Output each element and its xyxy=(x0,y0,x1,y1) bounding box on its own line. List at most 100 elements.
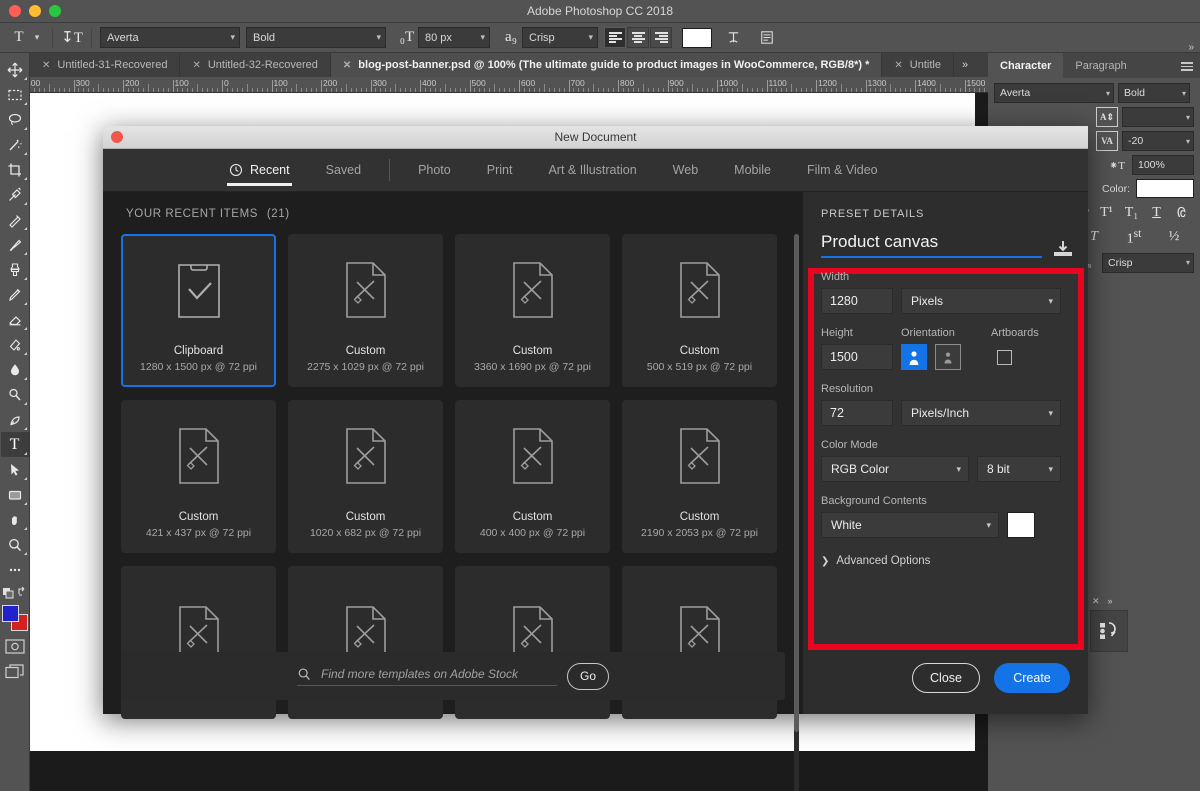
lasso-tool-icon[interactable] xyxy=(1,107,29,132)
tab-mobile[interactable]: Mobile xyxy=(716,149,789,192)
crop-tool-icon[interactable] xyxy=(1,157,29,182)
font-style-select[interactable]: Bold ▾ xyxy=(246,27,386,48)
eraser-tool-icon[interactable] xyxy=(1,307,29,332)
recent-item-card[interactable]: Custom 3360 x 1690 px @ 72 ppi xyxy=(455,234,610,387)
edit-toolbar-icon[interactable] xyxy=(1,557,29,582)
blur-tool-icon[interactable] xyxy=(1,357,29,382)
tab-print[interactable]: Print xyxy=(469,149,531,192)
anti-alias-select[interactable]: Crisp ▾ xyxy=(522,27,598,48)
foreground-color-swatch[interactable] xyxy=(1,605,19,622)
artboards-checkbox[interactable] xyxy=(997,349,1012,365)
move-tool-icon[interactable] xyxy=(1,57,29,82)
ot-ordinals-icon[interactable]: 1st xyxy=(1123,227,1145,248)
warp-text-icon[interactable] xyxy=(720,27,746,49)
color-swatches[interactable] xyxy=(1,604,29,634)
superscript-icon[interactable]: T¹ xyxy=(1096,205,1118,221)
document-tab-active[interactable]: ✕ blog-post-banner.psd @ 100% (The ultim… xyxy=(330,53,883,77)
expand-panel-icon[interactable]: » xyxy=(1108,596,1113,607)
recent-items-scrollbar[interactable] xyxy=(794,234,799,791)
magic-wand-tool-icon[interactable] xyxy=(1,132,29,157)
document-tabs-overflow-button[interactable]: » xyxy=(954,53,976,77)
default-colors-and-swap[interactable] xyxy=(1,582,29,602)
brush-tool-icon[interactable] xyxy=(1,232,29,257)
stock-search-field[interactable] xyxy=(297,667,557,686)
strikethrough-icon[interactable]: ᱭ xyxy=(1171,203,1193,222)
current-tool-button[interactable]: T ▾ xyxy=(8,27,44,49)
type-tool-icon[interactable]: T xyxy=(0,432,29,457)
tab-recent[interactable]: Recent xyxy=(211,149,308,192)
font-family-select[interactable]: Averta ▾ xyxy=(100,27,240,48)
ot-fractions-icon[interactable]: ½ xyxy=(1163,229,1185,245)
stock-go-button[interactable]: Go xyxy=(567,662,609,690)
panel-menu-icon[interactable] xyxy=(1181,60,1193,71)
tab-paragraph[interactable]: Paragraph xyxy=(1063,53,1138,78)
document-tab[interactable]: ✕ Untitled-32-Recovered xyxy=(180,53,331,77)
rectangle-tool-icon[interactable] xyxy=(1,482,29,507)
save-preset-icon[interactable] xyxy=(1052,238,1074,258)
close-icon[interactable]: ✕ xyxy=(192,60,200,71)
resolution-unit-select[interactable]: Pixels/Inch ▾ xyxy=(901,400,1061,426)
tab-photo[interactable]: Photo xyxy=(400,149,469,192)
text-orientation-button[interactable]: ↧T xyxy=(61,27,83,49)
tab-film-video[interactable]: Film & Video xyxy=(789,149,896,192)
orientation-portrait-icon[interactable] xyxy=(901,344,927,370)
gradient-tool-icon[interactable] xyxy=(1,332,29,357)
toggle-panels-icon[interactable] xyxy=(754,27,780,49)
advanced-options-toggle[interactable]: ❯ Advanced Options xyxy=(821,555,1070,567)
document-tab[interactable]: ✕ Untitle xyxy=(882,53,954,77)
document-tab[interactable]: ✕ Untitled-31-Recovered xyxy=(30,53,181,77)
recent-item-card[interactable]: Custom 421 x 437 px @ 72 ppi xyxy=(121,400,276,553)
dodge-tool-icon[interactable] xyxy=(1,382,29,407)
width-input[interactable] xyxy=(821,288,893,314)
recent-item-card[interactable]: Custom 2190 x 2053 px @ 72 ppi xyxy=(622,400,777,553)
horizontal-ruler[interactable]: 4003002001000100200300400500600700800900… xyxy=(30,77,988,93)
recent-item-card[interactable]: Clipboard 1280 x 1500 px @ 72 ppi xyxy=(121,234,276,387)
char-leading-select[interactable]: ▾ xyxy=(1122,107,1194,127)
recent-item-card[interactable]: Custom 1020 x 682 px @ 72 ppi xyxy=(288,400,443,553)
stock-search-input[interactable] xyxy=(321,667,551,681)
tab-character[interactable]: Character xyxy=(988,53,1064,78)
close-icon[interactable]: ✕ xyxy=(894,60,902,71)
screen-mode-icon[interactable] xyxy=(1,659,29,684)
align-center-button[interactable] xyxy=(627,27,649,48)
recent-item-card[interactable]: Custom 2275 x 1029 px @ 72 ppi xyxy=(288,234,443,387)
width-unit-select[interactable]: Pixels ▾ xyxy=(901,288,1061,314)
height-input[interactable] xyxy=(821,344,893,370)
pen-tool-icon[interactable] xyxy=(1,407,29,432)
resolution-input[interactable] xyxy=(821,400,893,426)
clone-stamp-tool-icon[interactable] xyxy=(1,257,29,282)
tab-saved[interactable]: Saved xyxy=(308,149,379,192)
character-color-swatch[interactable] xyxy=(1136,179,1194,198)
zoom-tool-icon[interactable] xyxy=(1,532,29,557)
history-brush-tool-icon[interactable] xyxy=(1,282,29,307)
healing-brush-tool-icon[interactable] xyxy=(1,207,29,232)
font-size-select[interactable]: 80 px ▾ xyxy=(418,27,490,48)
color-mode-select[interactable]: RGB Color ▾ xyxy=(821,456,969,482)
path-selection-tool-icon[interactable] xyxy=(1,457,29,482)
align-right-button[interactable] xyxy=(650,27,672,48)
create-button[interactable]: Create xyxy=(994,663,1070,693)
char-font-family-select[interactable]: Averta ▾ xyxy=(994,83,1114,103)
tab-web[interactable]: Web xyxy=(655,149,716,192)
close-icon[interactable]: ✕ xyxy=(343,60,351,71)
char-tracking-select[interactable]: -20 ▾ xyxy=(1122,131,1194,151)
expand-panels-icon[interactable]: » xyxy=(1188,42,1194,53)
hand-tool-icon[interactable] xyxy=(1,507,29,532)
text-color-swatch[interactable] xyxy=(682,27,712,48)
close-button[interactable]: Close xyxy=(912,663,980,693)
close-icon[interactable]: ✕ xyxy=(42,60,50,71)
eyedropper-tool-icon[interactable] xyxy=(1,182,29,207)
tab-art-illustration[interactable]: Art & Illustration xyxy=(530,149,654,192)
recent-item-card[interactable]: Custom 500 x 519 px @ 72 ppi xyxy=(622,234,777,387)
background-contents-select[interactable]: White ▾ xyxy=(821,512,999,538)
rectangular-marquee-tool-icon[interactable] xyxy=(1,82,29,107)
quick-mask-icon[interactable] xyxy=(1,634,29,659)
close-icon[interactable]: ✕ xyxy=(1092,596,1100,607)
underline-icon[interactable]: T xyxy=(1146,205,1168,221)
orientation-landscape-icon[interactable] xyxy=(935,344,961,370)
align-left-button[interactable] xyxy=(604,27,626,48)
subscript-icon[interactable]: T₁ xyxy=(1121,205,1143,221)
scrollbar-thumb[interactable] xyxy=(794,234,799,732)
3d-panel-icon[interactable] xyxy=(1090,610,1128,652)
background-color-swatch[interactable] xyxy=(1007,512,1035,538)
